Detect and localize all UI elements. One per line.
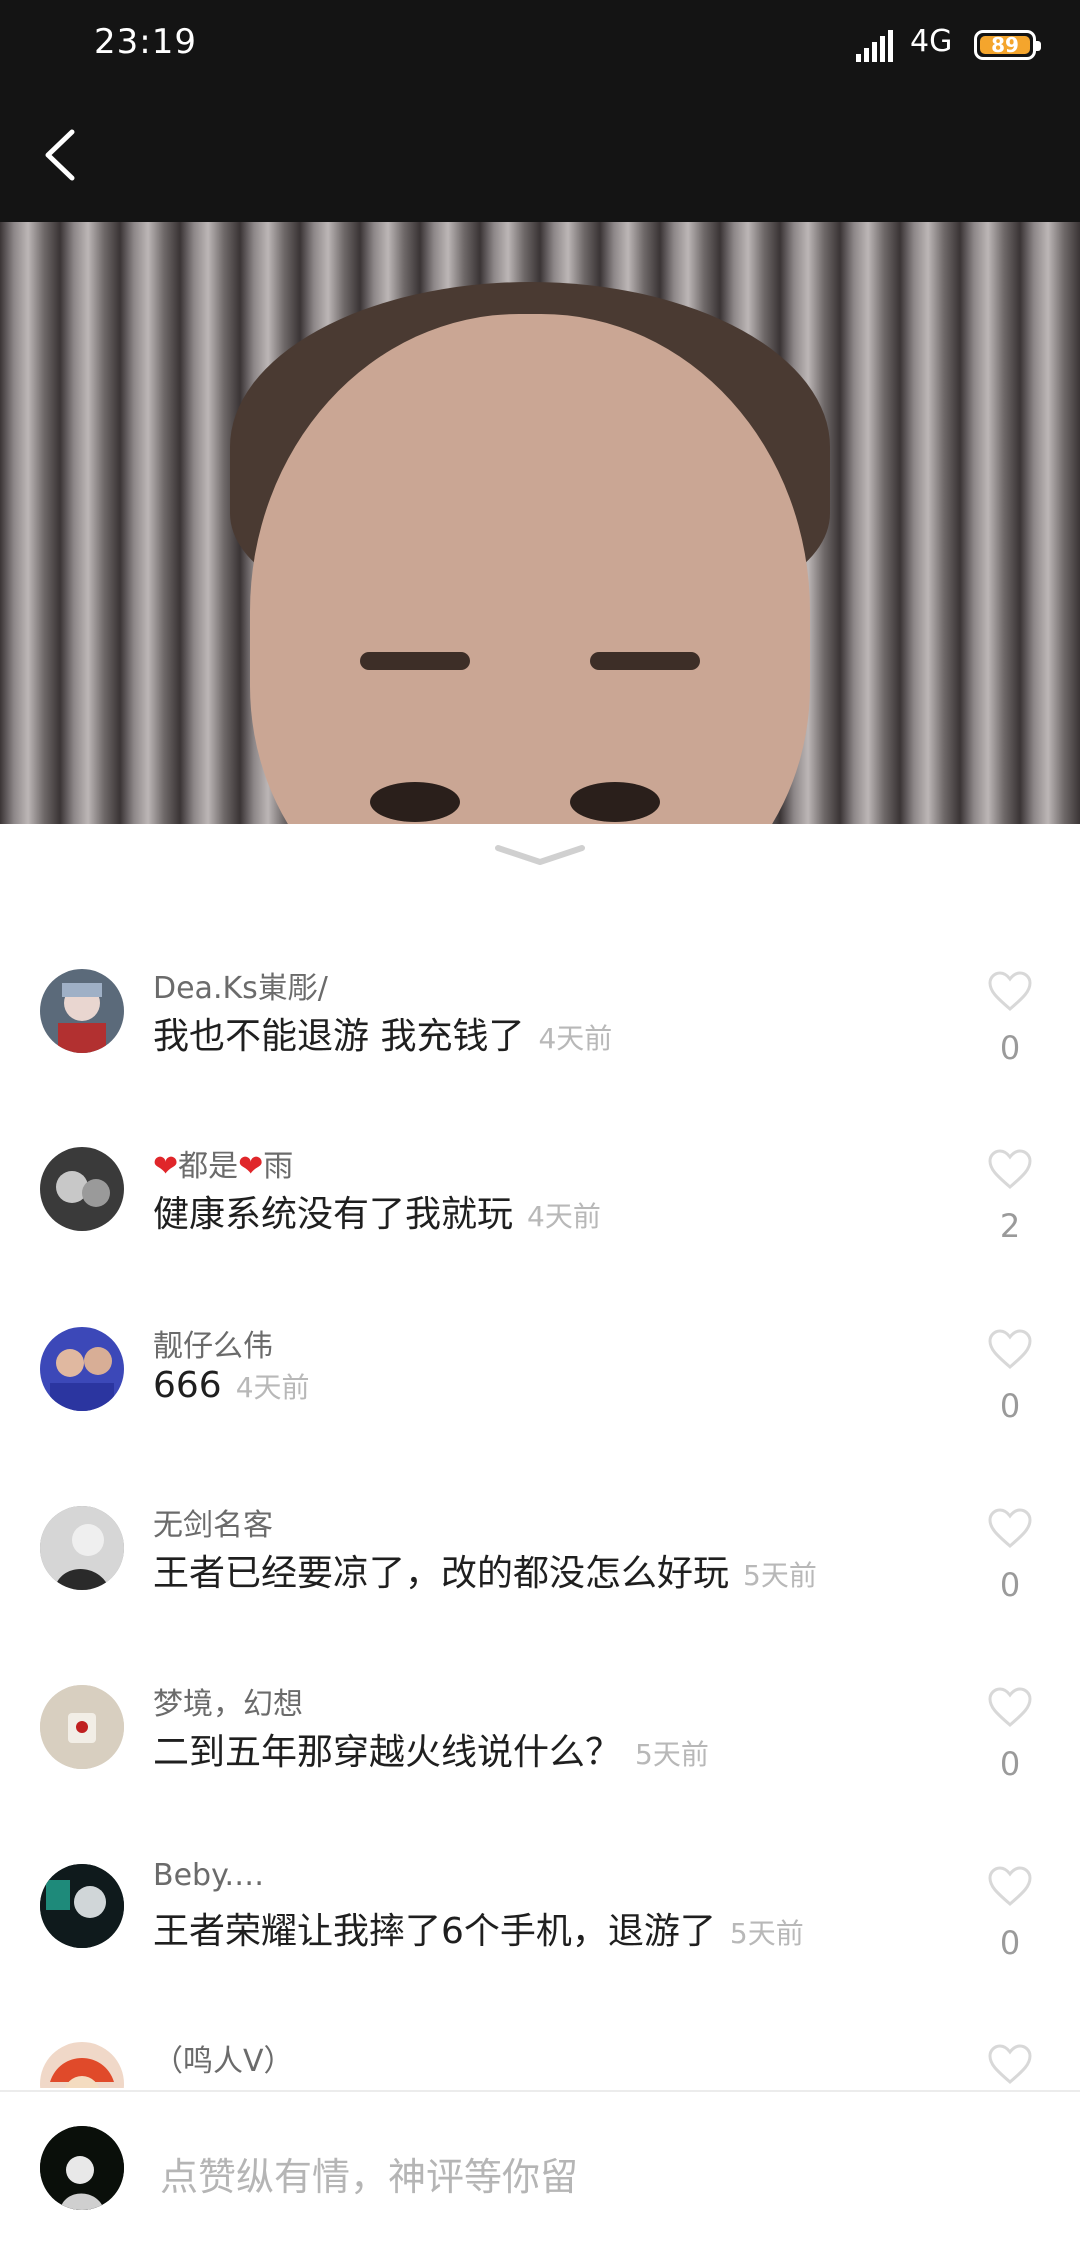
my-avatar[interactable] — [40, 2126, 124, 2210]
comment-body: 王者荣耀让我摔了6个手机，退游了 — [153, 1911, 716, 1952]
battery-level: 89 — [991, 33, 1019, 57]
heart-icon[interactable] — [988, 2044, 1032, 2084]
top-nav — [0, 90, 1080, 222]
red-heart-icon: ❤ — [153, 1149, 179, 1184]
comment-item[interactable]: （鸣人V） — [0, 2042, 1080, 2088]
avatar[interactable] — [40, 1327, 124, 1411]
comment-body: 王者已经要凉了，改的都没怎么好玩 — [153, 1553, 730, 1594]
comment-item[interactable]: Beby.… 王者荣耀让我摔了6个手机，退游了 5天前 0 — [0, 1858, 1080, 2044]
comment-item[interactable]: ❤都是❤雨 健康系统没有了我就玩 4天前 2 — [0, 1147, 1080, 1327]
comment-body: 二到五年那穿越火线说什么？ — [153, 1732, 622, 1773]
comment-item[interactable]: Dea.Ks崬彫/ 我也不能退游 我充钱了 4天前 0 — [0, 969, 1080, 1149]
avatar[interactable] — [40, 1685, 124, 1769]
heart-icon[interactable] — [988, 1866, 1032, 1906]
comment-text: 王者荣耀让我摔了6个手机，退游了 5天前 — [153, 1902, 804, 1954]
signal-icon — [856, 30, 893, 62]
comment-username[interactable]: 无剑名客 — [153, 1500, 273, 1544]
comment-body: 我也不能退游 我充钱了 — [153, 1016, 525, 1057]
status-time: 23:19 — [94, 22, 197, 62]
comment-text: 我也不能退游 我充钱了 4天前 — [153, 1007, 612, 1059]
like-count: 0 — [999, 1924, 1021, 1962]
comment-body: 健康系统没有了我就玩 — [153, 1194, 514, 1235]
video-subject-brow-right — [590, 652, 700, 670]
comment-item[interactable]: 靓仔么伟 666 4天前 0 — [0, 1327, 1080, 1507]
avatar[interactable] — [40, 1506, 124, 1590]
battery-icon: 89 — [974, 30, 1041, 60]
comment-time: 4天前 — [235, 1371, 310, 1404]
comment-username[interactable]: Beby.… — [153, 1858, 264, 1893]
heart-icon[interactable] — [988, 1508, 1032, 1548]
comment-item[interactable]: 梦境，幻想 二到五年那穿越火线说什么？ 5天前 0 — [0, 1685, 1080, 1865]
video-preview[interactable] — [0, 222, 1080, 824]
comment-username[interactable]: ❤都是❤雨 — [153, 1141, 293, 1185]
comment-time: 4天前 — [538, 1022, 613, 1055]
comment-username[interactable]: Dea.Ks崬彫/ — [153, 963, 328, 1007]
video-subject-eye-left — [370, 782, 460, 822]
red-heart-icon: ❤ — [238, 1149, 264, 1184]
like-count: 0 — [999, 1029, 1021, 1067]
comment-username[interactable]: 梦境，幻想 — [153, 1679, 303, 1723]
comment-text: 王者已经要凉了，改的都没怎么好玩 5天前 — [153, 1544, 817, 1596]
avatar[interactable] — [40, 969, 124, 1053]
collapse-handle-icon[interactable] — [490, 834, 590, 874]
like-count: 0 — [999, 1566, 1021, 1604]
avatar[interactable] — [40, 1864, 124, 1948]
comment-input[interactable]: 点赞纵有情，神评等你留 — [160, 2146, 578, 2201]
comment-username[interactable]: 靓仔么伟 — [153, 1321, 273, 1365]
comment-time: 5天前 — [729, 1917, 804, 1950]
comment-text: 二到五年那穿越火线说什么？ 5天前 — [153, 1723, 709, 1775]
heart-icon[interactable] — [988, 1149, 1032, 1189]
like-count: 0 — [999, 1745, 1021, 1783]
heart-icon[interactable] — [988, 971, 1032, 1011]
comment-time: 5天前 — [743, 1559, 817, 1592]
username-part: 都是 — [178, 1149, 239, 1184]
username-part: 雨 — [263, 1149, 294, 1184]
avatar[interactable] — [40, 1147, 124, 1231]
comment-item[interactable]: 无剑名客 王者已经要凉了，改的都没怎么好玩 5天前 0 — [0, 1506, 1080, 1686]
comment-text: 健康系统没有了我就玩 4天前 — [153, 1185, 601, 1237]
comment-text: 666 4天前 — [153, 1365, 310, 1406]
status-bar: 23:19 4G 89 — [0, 0, 1080, 90]
comment-time: 4天前 — [527, 1200, 601, 1233]
video-subject-eye-right — [570, 782, 660, 822]
comment-username[interactable]: （鸣人V） — [153, 2042, 294, 2080]
back-arrow-icon[interactable] — [28, 120, 98, 190]
comment-input-bar: 点赞纵有情，神评等你留 — [0, 2090, 1080, 2246]
comment-time: 5天前 — [635, 1738, 709, 1771]
comments-sheet: Dea.Ks崬彫/ 我也不能退游 我充钱了 4天前 0 ❤都是❤雨 健康系统没有了… — [0, 824, 1080, 2244]
network-type: 4G — [910, 24, 953, 59]
heart-icon[interactable] — [988, 1329, 1032, 1369]
like-count: 0 — [999, 1387, 1021, 1425]
heart-icon[interactable] — [988, 1687, 1032, 1727]
comment-body: 666 — [153, 1365, 222, 1406]
like-count: 2 — [999, 1207, 1021, 1245]
avatar[interactable] — [40, 2042, 124, 2088]
video-subject-brow-left — [360, 652, 470, 670]
